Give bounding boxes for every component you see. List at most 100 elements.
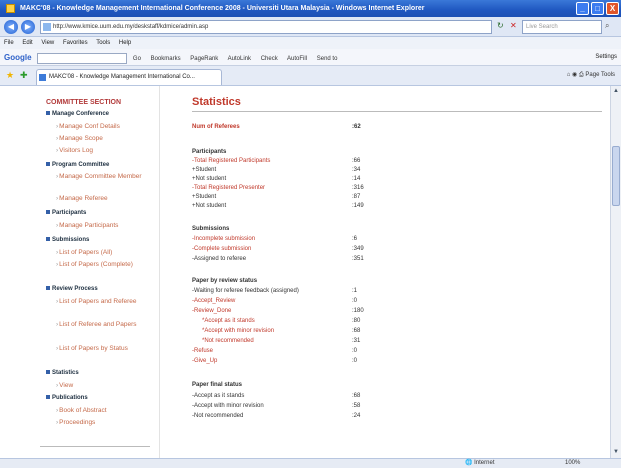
stop-icon[interactable]: ✕	[510, 21, 517, 30]
stat-value: :6	[352, 236, 358, 242]
zoom-level[interactable]: 100%	[565, 459, 580, 468]
close-button[interactable]: X	[606, 2, 619, 15]
stat-value: :180	[352, 308, 364, 314]
scroll-thumb[interactable]	[612, 146, 620, 206]
search-icon[interactable]: ⌕	[605, 21, 609, 31]
submissions-heading: Submissions	[192, 226, 230, 232]
review-status-heading: Paper by review status	[192, 278, 258, 284]
stat-label: +Not student	[192, 203, 227, 209]
tools-menu[interactable]: Tools	[601, 72, 615, 78]
window-title: MAKC'08 - Knowledge Management Internati…	[19, 5, 425, 12]
page-menu[interactable]: Page	[585, 72, 599, 78]
sendto-button[interactable]: Send to	[317, 56, 338, 62]
minimize-button[interactable]: _	[576, 2, 589, 15]
link-list-referee-papers[interactable]: ›List of Referee and Papers	[56, 320, 152, 330]
url-input[interactable]: http://www.kmice.uum.edu.my/deskstaff/kd…	[40, 20, 492, 34]
stat-value: :349	[352, 246, 364, 252]
stat-value: :0	[352, 298, 358, 304]
live-search-input[interactable]: Live Search	[522, 20, 602, 34]
window-titlebar: MAKC'08 - Knowledge Management Internati…	[0, 0, 621, 17]
feeds-icon[interactable]: ◉	[572, 72, 577, 78]
stat-value: :68	[352, 328, 361, 334]
scroll-up-icon[interactable]: ▲	[612, 87, 620, 96]
statistics-panel: Statistics Num of Referees :62 Participa…	[162, 86, 608, 458]
bullet-icon	[46, 210, 50, 215]
stat-label: +Student	[192, 194, 217, 200]
group-review-process: Review Process	[46, 286, 98, 292]
link-manage-referee[interactable]: ›Manage Referee	[56, 194, 152, 204]
back-icon[interactable]: ◀	[4, 20, 18, 34]
final-status-heading: Paper final status	[192, 382, 243, 388]
stat-label[interactable]: -Total Registered Presenter	[192, 185, 265, 191]
sidebar-divider	[40, 446, 150, 447]
tab-makc[interactable]: MAKC'08 - Knowledge Management Internati…	[36, 69, 222, 85]
stat-label[interactable]: *Accept as it stands	[202, 318, 255, 324]
link-list-papers-status[interactable]: ›List of Papers by Status	[56, 344, 152, 354]
print-icon[interactable]: ⎙	[579, 72, 584, 78]
stat-label: +Student	[192, 167, 217, 173]
link-proceedings[interactable]: ›Proceedings	[56, 418, 152, 428]
link-list-papers-complete[interactable]: ›List of Papers (Complete)	[56, 260, 152, 270]
stat-label[interactable]: -Accept_Review	[192, 298, 235, 304]
link-manage-participants[interactable]: ›Manage Participants	[56, 221, 152, 231]
link-manage-conf-details[interactable]: ›Manage Conf Details	[56, 122, 152, 132]
stat-label: -Accept with minor revision	[192, 403, 264, 409]
add-favorite-icon[interactable]: ✚	[20, 70, 28, 81]
stat-label: -Not recommended	[192, 413, 244, 419]
url-text: http://www.kmice.uum.edu.my/deskstaff/kd…	[53, 24, 209, 30]
participants-heading: Participants	[192, 149, 227, 155]
page-title: Statistics	[192, 96, 241, 108]
stat-label[interactable]: -Total Registered Participants	[192, 158, 270, 164]
favorites-star-icon[interactable]: ★	[6, 70, 14, 81]
group-program-committee: Program Committee	[46, 162, 109, 168]
menu-edit[interactable]: Edit	[22, 40, 32, 46]
link-manage-committee-member[interactable]: ›Manage Committee Member	[56, 172, 152, 182]
stat-label[interactable]: -Complete submission	[192, 246, 251, 252]
google-go-button[interactable]: Go	[133, 56, 141, 62]
stat-label[interactable]: *Not recommended	[202, 338, 254, 344]
page-icon	[39, 74, 46, 81]
maximize-button[interactable]: □	[591, 2, 604, 15]
bookmarks-button[interactable]: Bookmarks	[151, 56, 181, 62]
autofill-button[interactable]: AutoFill	[287, 56, 307, 62]
forward-icon[interactable]: ▶	[21, 20, 35, 34]
stat-label[interactable]: *Accept with minor revision	[202, 328, 274, 334]
menu-tools[interactable]: Tools	[96, 40, 110, 46]
status-bar: 🌐 Internet 100%	[0, 458, 621, 468]
check-button[interactable]: Check	[261, 56, 278, 62]
stat-label[interactable]: -Incomplete submission	[192, 236, 255, 242]
page-icon	[43, 23, 51, 31]
link-statistics-view[interactable]: ›View	[56, 381, 152, 391]
link-list-papers-all[interactable]: ›List of Papers (All)	[56, 248, 152, 258]
link-visitors-log[interactable]: ›Visitors Log	[56, 146, 152, 156]
stat-label[interactable]: -Refuse	[192, 348, 213, 354]
link-list-papers-referee[interactable]: ›List of Papers and Referee	[56, 297, 152, 307]
window-controls: _ □ X	[576, 2, 619, 15]
home-icon[interactable]: ⌂	[567, 72, 571, 78]
vertical-scrollbar[interactable]: ▲ ▼	[610, 86, 621, 458]
link-book-of-abstract[interactable]: ›Book of Abstract	[56, 406, 152, 416]
stat-value: :14	[352, 176, 361, 182]
stat-value: :351	[352, 256, 364, 262]
scroll-down-icon[interactable]: ▼	[612, 448, 620, 457]
sidebar-heading: COMMITTEE SECTION	[46, 99, 122, 106]
menu-help[interactable]: Help	[119, 40, 131, 46]
stat-value: :31	[352, 338, 361, 344]
menu-favorites[interactable]: Favorites	[63, 40, 88, 46]
refresh-icon[interactable]: ↻	[497, 21, 504, 30]
google-search-input[interactable]	[37, 52, 128, 64]
menu-view[interactable]: View	[41, 40, 54, 46]
stat-value: :80	[352, 318, 361, 324]
stat-label[interactable]: -Give_Up	[192, 358, 217, 364]
menu-file[interactable]: File	[4, 40, 14, 46]
autolink-button[interactable]: AutoLink	[228, 56, 251, 62]
stat-value: :58	[352, 403, 361, 409]
stat-value: :149	[352, 203, 364, 209]
stat-value: :1	[352, 288, 358, 294]
committee-sidebar: COMMITTEE SECTION Manage Conference ›Man…	[0, 86, 160, 458]
link-manage-scope[interactable]: ›Manage Scope	[56, 134, 152, 144]
settings-button[interactable]: Settings	[595, 49, 617, 65]
command-bar: ⌂ ◉ ⎙ Page Tools	[567, 71, 615, 79]
pagerank-button[interactable]: PageRank	[190, 56, 218, 62]
stat-label[interactable]: -Review_Done	[192, 308, 231, 314]
